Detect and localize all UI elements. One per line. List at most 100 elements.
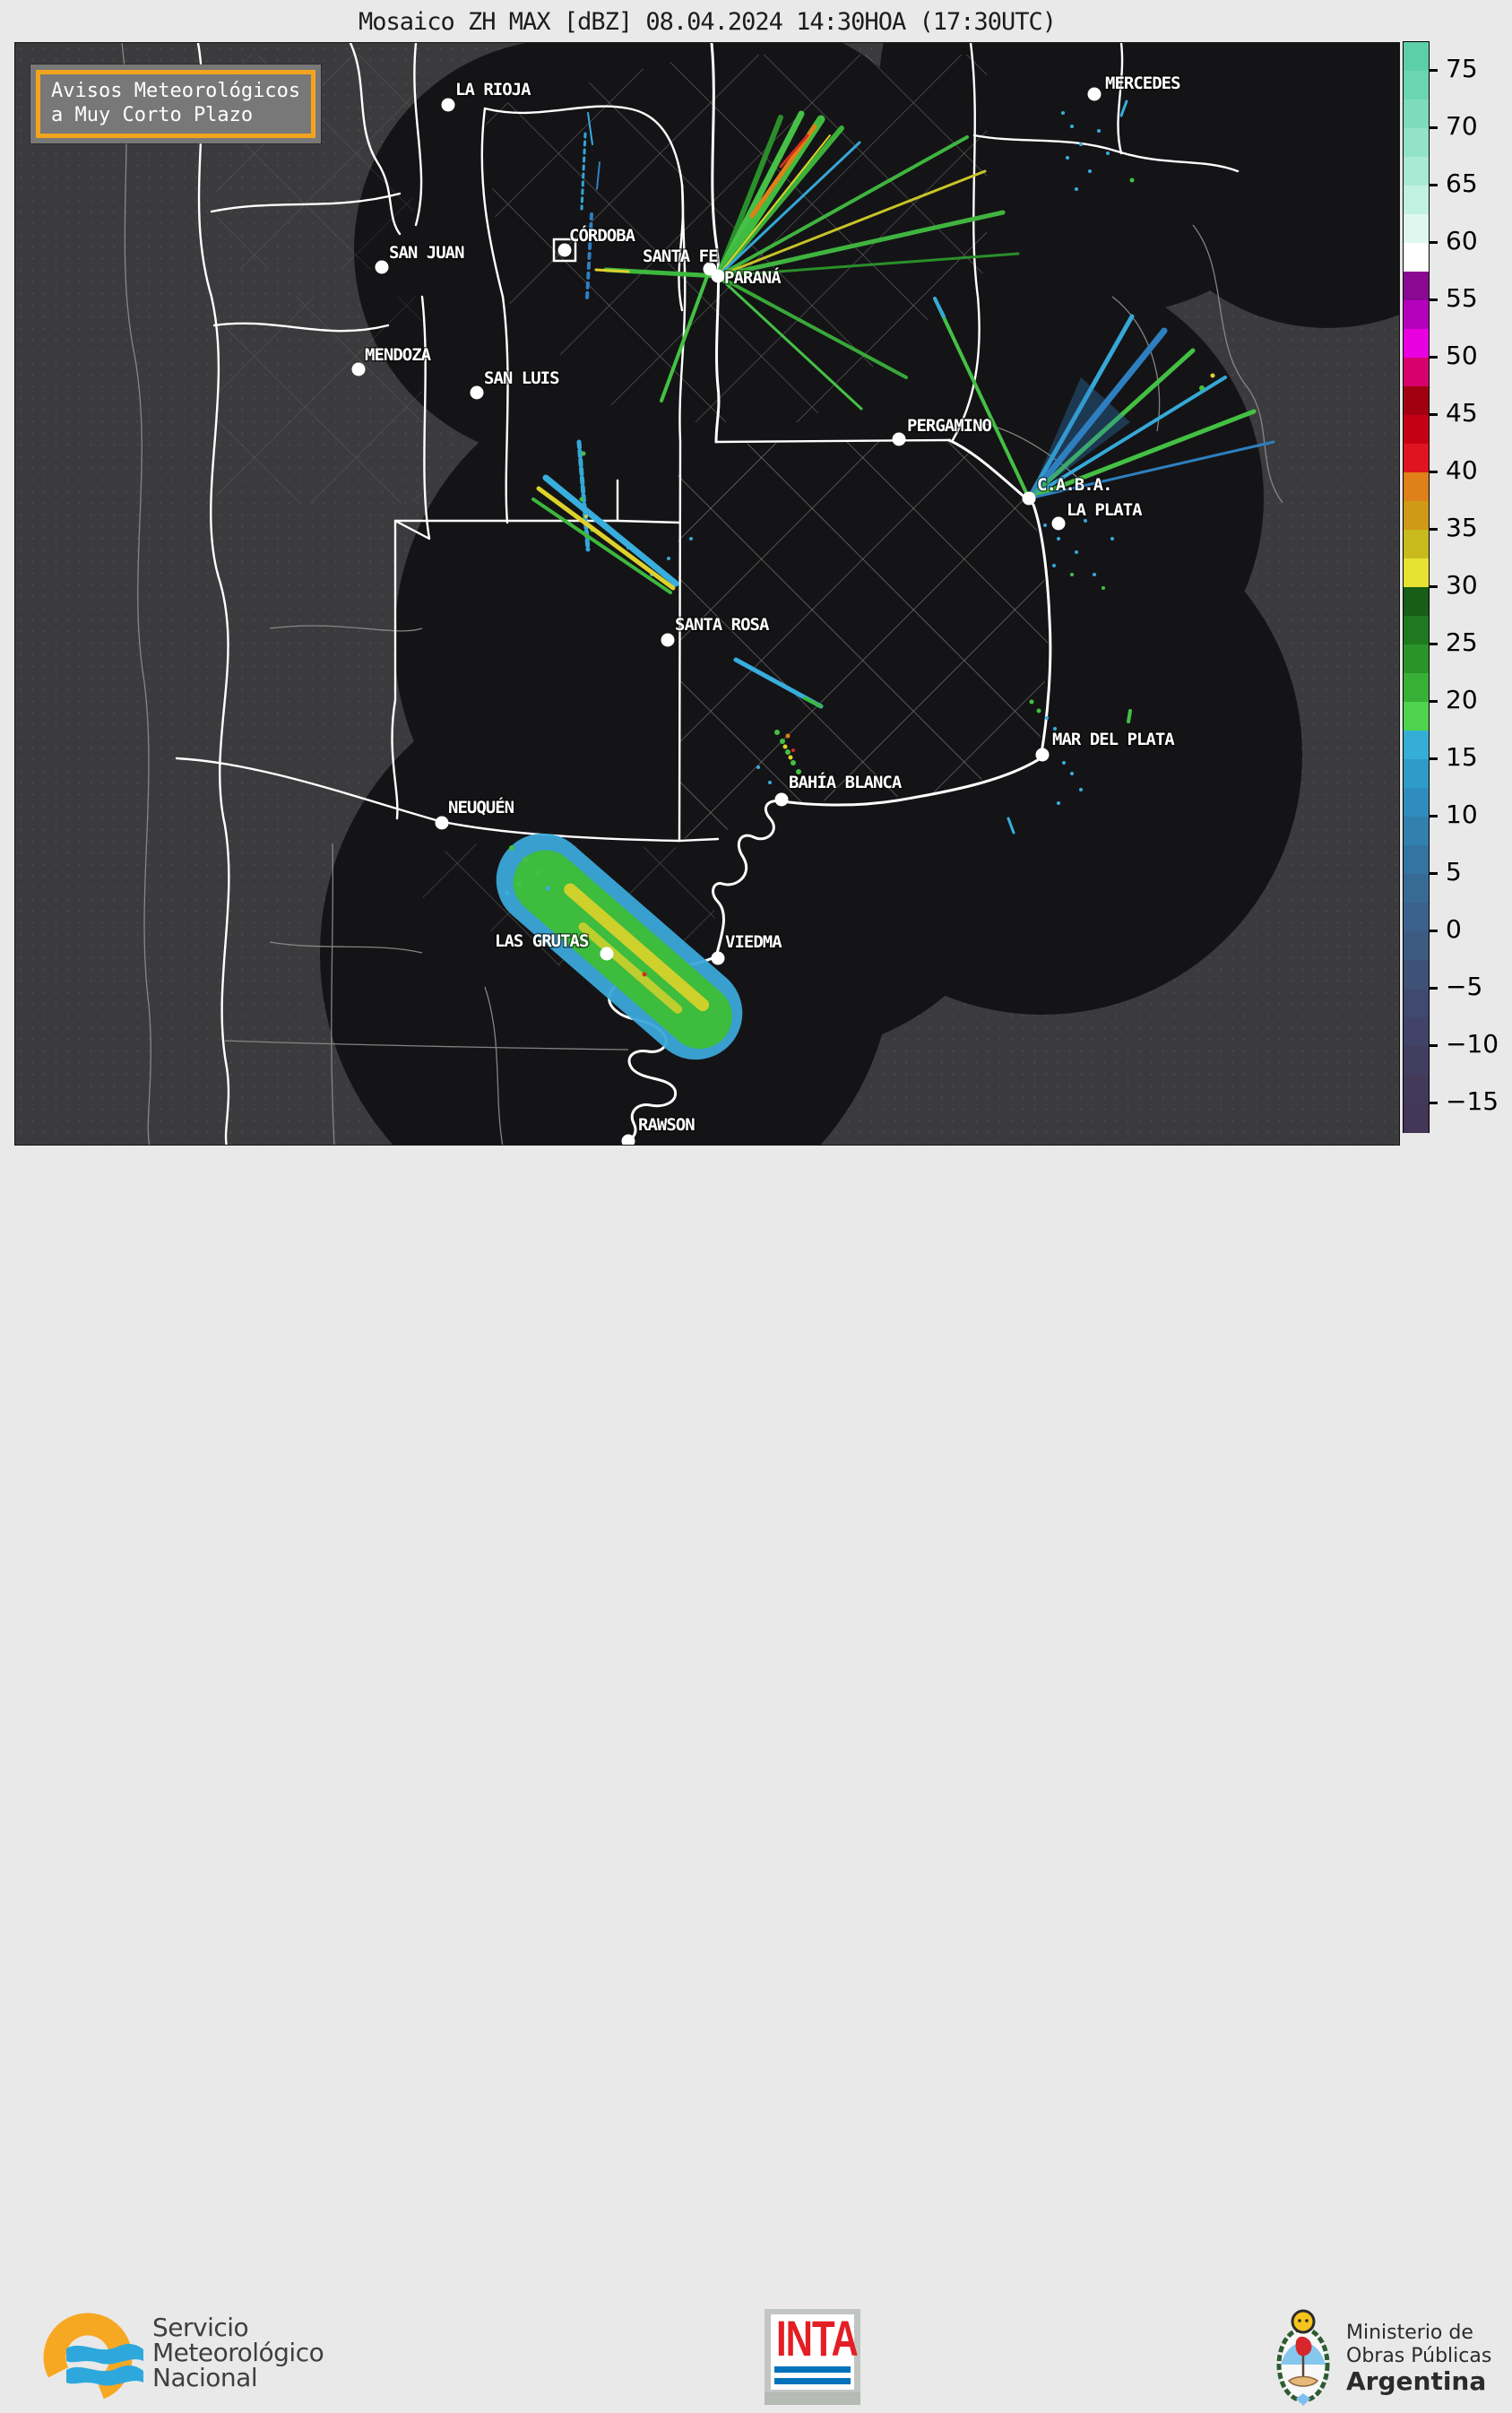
city-label: LA PLATA (1067, 500, 1143, 520)
colorbar-tick-label: −10 (1446, 1029, 1499, 1059)
smn-logo-icon (43, 2313, 143, 2402)
colorbar-cell (1404, 960, 1429, 990)
inta-bar-2 (774, 2378, 851, 2384)
colorbar-tick-label: 25 (1446, 627, 1478, 657)
smn-line-2: Meteorológico (152, 2338, 324, 2367)
ministry-wordmark: Ministerio de Obras Públicas Argentina (1346, 2322, 1491, 2395)
colorbar-tick-label: 15 (1446, 742, 1478, 772)
colorbar-cell (1404, 558, 1429, 588)
map-canvas: MERCEDES LA RIOJA SAN JUAN CÓRDOBA SANTA FE P… (121, 43, 1399, 1145)
colorbar-cell (1404, 99, 1429, 129)
colorbar-cell (1404, 731, 1429, 760)
footer: Servicio Meteorológico Nacional INTA Min… (0, 1146, 1512, 2406)
city-label: LA RIOJA (455, 80, 531, 99)
inta-bar-1 (774, 2366, 851, 2373)
reflectivity-colorbar (1403, 41, 1430, 1133)
city-dot (711, 269, 725, 283)
warning-line-2: a Muy Corto Plazo (51, 104, 254, 126)
colorbar-tick-label: 0 (1446, 914, 1462, 944)
ministry-line-3: Argentina (1346, 2366, 1487, 2396)
inta-wordmark: INTA (776, 2311, 859, 2367)
colorbar-cell (1404, 71, 1429, 100)
colorbar-tick-label: 60 (1446, 226, 1478, 255)
colorbar-tick-label: −5 (1446, 972, 1483, 1001)
city-label: MENDOZA (365, 345, 432, 365)
colorbar-cell (1404, 186, 1429, 215)
colorbar-tick (1430, 528, 1438, 531)
colorbar-tick (1430, 987, 1438, 990)
colorbar-cell (1404, 931, 1429, 961)
city-dot (1022, 491, 1036, 506)
colorbar-cell (1404, 530, 1429, 559)
radar-mosaic-figure: Mosaico ZH MAX [dBZ] 08.04.2024 14:30HOA… (0, 0, 1512, 2406)
inta-logo: INTA (765, 2309, 860, 2405)
figure-title: Mosaico ZH MAX [dBZ] 08.04.2024 14:30HOA… (358, 8, 1057, 36)
colorbar-cell (1404, 444, 1429, 473)
colorbar-cell (1404, 272, 1429, 301)
colorbar-tick (1430, 1102, 1438, 1104)
colorbar-tick (1430, 471, 1438, 473)
colorbar-ticks: 75 70 65 60 55 50 45 40 35 30 25 20 15 10 5 0 −5 −10 −15 (1429, 0, 1509, 1289)
colorbar-tick-label: 35 (1446, 513, 1478, 542)
colorbar-cell (1404, 673, 1429, 703)
city-dot (774, 792, 789, 807)
colorbar-tick (1430, 872, 1438, 875)
colorbar-cell (1404, 874, 1429, 904)
colorbar-cell (1404, 817, 1429, 846)
colorbar-tick-label: 55 (1446, 283, 1478, 313)
city-dot (1087, 87, 1102, 101)
colorbar-cell (1404, 1075, 1429, 1104)
colorbar-cell (1404, 845, 1429, 875)
warning-banner[interactable]: Avisos Meteorológicos a Muy Corto Plazo (30, 65, 322, 143)
colorbar-tick (1430, 69, 1438, 72)
city-label: SANTA FE (643, 246, 718, 266)
city-label: C.A.B.A. (1037, 475, 1112, 495)
ministry-line-2: Obras Públicas (1346, 2345, 1492, 2367)
colorbar-cell (1404, 1103, 1429, 1133)
city-label: SANTA ROSA (675, 615, 770, 635)
city-dot (892, 432, 906, 446)
smn-line-3: Nacional (152, 2363, 258, 2392)
colorbar-cell (1404, 1017, 1429, 1047)
colorbar-tick (1430, 700, 1438, 703)
colorbar-cell (1404, 358, 1429, 387)
colorbar-cell (1404, 1046, 1429, 1076)
colorbar-tick-label: 30 (1446, 570, 1478, 600)
colorbar-cell (1404, 415, 1429, 445)
colorbar-cell (1404, 214, 1429, 244)
colorbar-cell (1404, 702, 1429, 731)
colorbar-tick (1430, 1044, 1438, 1047)
colorbar-tick-label: 40 (1446, 455, 1478, 485)
radar-map: MERCEDES LA RIOJA SAN JUAN CÓRDOBA SANTA FE P… (14, 42, 1400, 1146)
city-label: CÓRDOBA (569, 224, 636, 246)
ministry-line-1: Ministerio de (1346, 2322, 1473, 2344)
city-dot (711, 951, 725, 965)
warning-banner-frame: Avisos Meteorológicos a Muy Corto Plazo (36, 70, 316, 138)
colorbar-cell (1404, 300, 1429, 330)
colorbar-tick (1430, 643, 1438, 645)
colorbar-tick-label: 70 (1446, 111, 1478, 141)
city-dot (1035, 748, 1050, 762)
colorbar-cell (1404, 42, 1429, 72)
city-dot (470, 385, 484, 400)
warning-line-1: Avisos Meteorológicos (51, 80, 301, 102)
colorbar-tick (1430, 356, 1438, 359)
colorbar-tick-label: 45 (1446, 398, 1478, 428)
colorbar-tick-label: 65 (1446, 169, 1478, 198)
city-label: PERGAMINO (907, 416, 992, 436)
inta-logo-frame: INTA (771, 2311, 859, 2390)
city-label: RAWSON (638, 1115, 695, 1135)
colorbar-cell (1404, 644, 1429, 674)
colorbar-cell (1404, 903, 1429, 932)
city-label: BAHÍA BLANCA (789, 772, 903, 792)
colorbar-tick-label: 50 (1446, 341, 1478, 370)
argentina-coat-of-arms-icon (1276, 2309, 1330, 2406)
colorbar-tick-label: 10 (1446, 800, 1478, 829)
colorbar-tick-label: 20 (1446, 685, 1478, 714)
city-label: VIEDMA (725, 932, 782, 952)
colorbar-tick (1430, 585, 1438, 588)
smn-wordmark: Servicio Meteorológico Nacional (152, 2315, 324, 2391)
city-dot (441, 98, 455, 112)
colorbar-cell (1404, 128, 1429, 158)
colorbar-tick (1430, 815, 1438, 817)
